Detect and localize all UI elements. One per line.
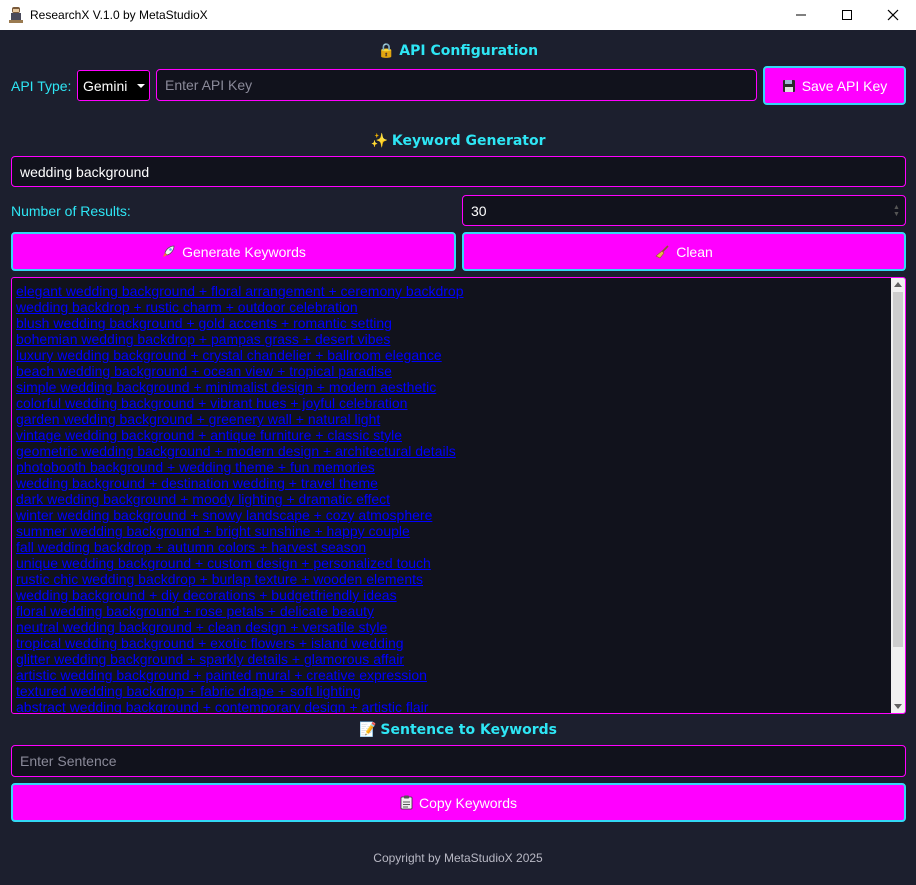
app-logo-icon <box>9 7 23 23</box>
keyword-result-link[interactable]: photobooth background + wedding theme + … <box>16 459 887 475</box>
floppy-disk-icon <box>782 79 796 93</box>
sparkles-icon: ✨ <box>370 133 388 149</box>
generate-keywords-label: Generate Keywords <box>182 243 306 260</box>
api-type-select[interactable]: Gemini <box>77 70 150 101</box>
scroll-up-arrow-icon[interactable] <box>894 282 902 287</box>
clipboard-icon <box>400 795 413 810</box>
keyword-result-link[interactable]: rustic chic wedding backdrop + burlap te… <box>16 571 887 587</box>
keyword-result-link[interactable]: textured wedding backdrop + fabric drape… <box>16 683 887 699</box>
number-of-results-spinbox[interactable]: 30 ▲ ▼ <box>462 195 906 226</box>
keyword-result-link[interactable]: colorful wedding background + vibrant hu… <box>16 395 887 411</box>
keyword-result-link[interactable]: abstract wedding background + contempora… <box>16 699 887 713</box>
results-scrollbar[interactable] <box>891 278 905 713</box>
keyword-result-link[interactable]: luxury wedding background + crystal chan… <box>16 347 887 363</box>
keyword-result-link[interactable]: vintage wedding background + antique fur… <box>16 427 887 443</box>
keyword-result-link[interactable]: fall wedding backdrop + autumn colors + … <box>16 539 887 555</box>
keyword-result-link[interactable]: neutral wedding background + clean desig… <box>16 619 887 635</box>
window-title: ResearchX V.1.0 by MetaStudioX <box>30 8 208 22</box>
sentence-to-keywords-heading: 📝 Sentence to Keywords <box>0 722 916 738</box>
chevron-down-icon <box>137 84 145 88</box>
maximize-icon <box>842 10 852 20</box>
save-api-key-button[interactable]: Save API Key <box>763 66 906 105</box>
lock-icon: 🔒 <box>377 43 396 59</box>
keyword-results-panel[interactable]: elegant wedding background + floral arra… <box>11 277 906 714</box>
keyword-result-link[interactable]: beach wedding background + ocean view + … <box>16 363 887 379</box>
keyword-result-link[interactable]: floral wedding background + rose petals … <box>16 603 887 619</box>
api-configuration-heading: 🔒 API Configuration <box>0 43 916 59</box>
close-button[interactable] <box>870 0 916 30</box>
copyright-footer: Copyright by MetaStudioX 2025 <box>373 851 543 865</box>
keyword-result-link[interactable]: wedding backdrop + rustic charm + outdoo… <box>16 299 887 315</box>
broom-icon <box>655 244 670 259</box>
clean-button[interactable]: Clean <box>462 232 906 271</box>
keyword-result-link[interactable]: geometric wedding background + modern de… <box>16 443 887 459</box>
keyword-result-link[interactable]: dark wedding background + moody lighting… <box>16 491 887 507</box>
keyword-result-link[interactable]: wedding background + diy decorations + b… <box>16 587 887 603</box>
api-configuration-title: API Configuration <box>399 43 539 59</box>
keyword-result-link[interactable]: blush wedding background + gold accents … <box>16 315 887 331</box>
clean-label: Clean <box>676 243 713 260</box>
scroll-down-arrow-icon[interactable] <box>894 704 902 709</box>
copy-keywords-label: Copy Keywords <box>418 794 518 811</box>
maximize-button[interactable] <box>824 0 870 30</box>
window-titlebar[interactable]: ResearchX V.1.0 by MetaStudioX <box>0 0 916 30</box>
generate-keywords-button[interactable]: Generate Keywords <box>11 232 456 271</box>
keyword-result-link[interactable]: unique wedding background + custom desig… <box>16 555 887 571</box>
number-of-results-value: 30 <box>471 202 487 219</box>
api-type-value: Gemini <box>83 77 128 94</box>
keyword-generator-heading: ✨ Keyword Generator <box>0 133 916 149</box>
keyword-query-input[interactable]: wedding background <box>11 156 906 187</box>
keyword-result-link[interactable]: elegant wedding background + floral arra… <box>16 283 887 299</box>
minimize-button[interactable] <box>778 0 824 30</box>
rocket-icon <box>161 244 176 259</box>
keyword-results-list: elegant wedding background + floral arra… <box>16 283 887 713</box>
keyword-result-link[interactable]: wedding background + destination wedding… <box>16 475 887 491</box>
keyword-generator-title: Keyword Generator <box>391 133 546 149</box>
number-of-results-label: Number of Results: <box>11 203 131 219</box>
keyword-result-link[interactable]: bohemian wedding backdrop + pampas grass… <box>16 331 887 347</box>
sentence-to-keywords-title: Sentence to Keywords <box>380 722 558 738</box>
keyword-result-link[interactable]: artistic wedding background + painted mu… <box>16 667 887 683</box>
keyword-result-link[interactable]: tropical wedding background + exotic flo… <box>16 635 887 651</box>
sentence-input[interactable]: Enter Sentence <box>11 745 906 777</box>
save-api-key-label: Save API Key <box>801 77 888 94</box>
memo-icon: 📝 <box>358 722 377 738</box>
keyword-result-link[interactable]: garden wedding background + greenery wal… <box>16 411 887 427</box>
api-type-label: API Type: <box>11 78 72 94</box>
spin-down-icon[interactable]: ▼ <box>893 211 901 218</box>
keyword-result-link[interactable]: simple wedding background + minimalist d… <box>16 379 887 395</box>
scrollbar-thumb[interactable] <box>893 292 903 647</box>
close-icon <box>887 9 899 21</box>
keyword-result-link[interactable]: winter wedding background + snowy landsc… <box>16 507 887 523</box>
copy-keywords-button[interactable]: Copy Keywords <box>11 783 906 822</box>
keyword-result-link[interactable]: summer wedding background + bright sunsh… <box>16 523 887 539</box>
minimize-icon <box>796 14 806 16</box>
keyword-result-link[interactable]: glitter wedding background + sparkly det… <box>16 651 887 667</box>
api-key-input[interactable]: Enter API Key <box>156 69 757 101</box>
